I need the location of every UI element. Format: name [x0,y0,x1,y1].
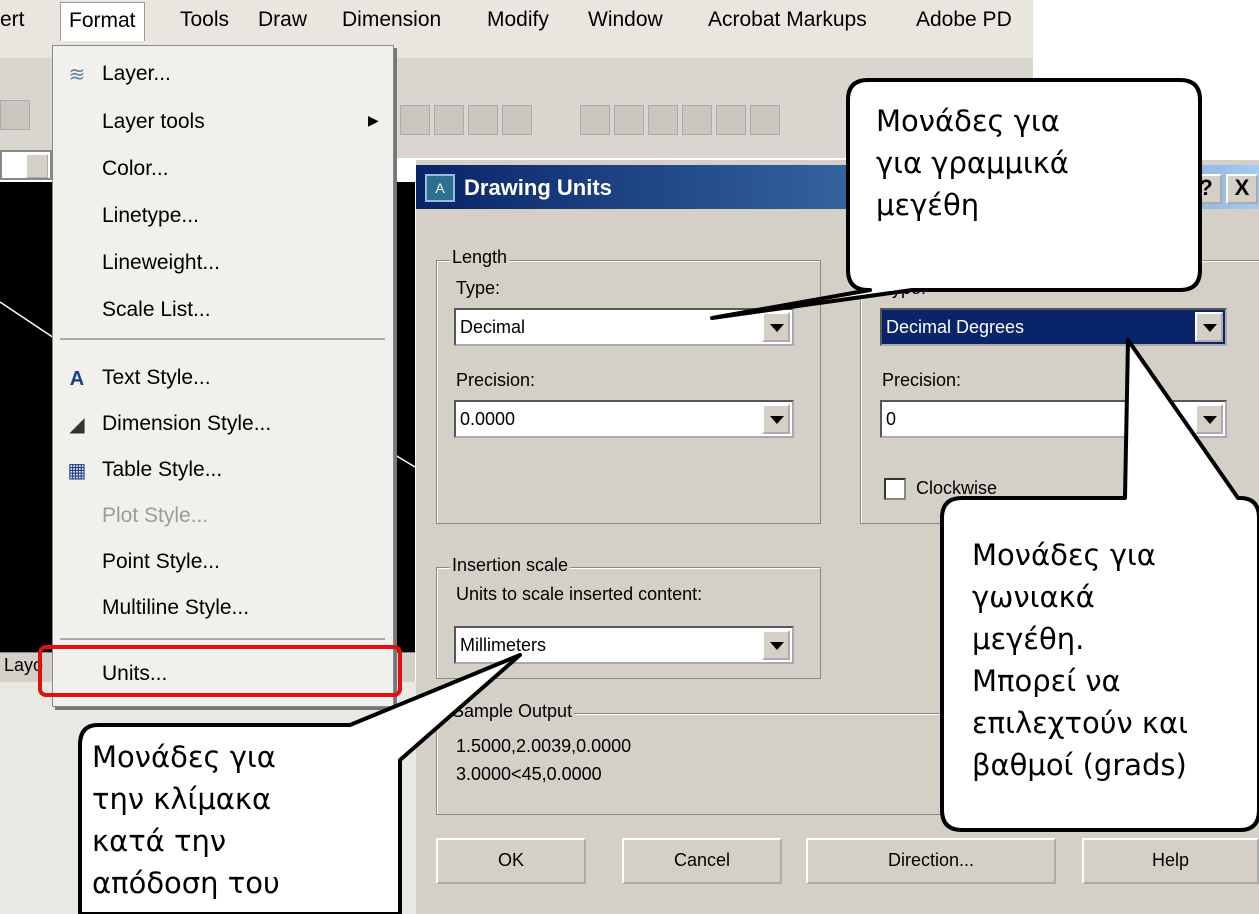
callout-angular-units: Μονάδες για γωνιακά μεγέθη. Μπορεί να επ… [972,534,1188,786]
callout-line: για γραμμικά [876,146,1069,180]
callout-line: επιλεχτούν και [972,706,1188,740]
callout-linear-units: Μονάδες για για γραμμικά μεγέθη [876,100,1069,226]
callout-line: μεγέθη. [972,622,1085,656]
callout-line: Μονάδες για [972,538,1156,572]
callout-insertion-units: Μονάδες για την κλίμακα κατά την απόδοση… [92,736,280,904]
callout-line: βαθμοί (grads) [972,748,1187,782]
callout-line: Μπορεί να [972,664,1121,698]
callout-line: Μονάδες για [92,740,276,774]
callout-line: απόδοση του [92,866,280,900]
callout-line: γωνιακά [972,580,1095,614]
callout-line: κατά την [92,824,227,858]
callout-line: μεγέθη [876,188,980,222]
callout-line: την κλίμακα [92,782,272,816]
callout-line: Μονάδες για [876,104,1060,138]
